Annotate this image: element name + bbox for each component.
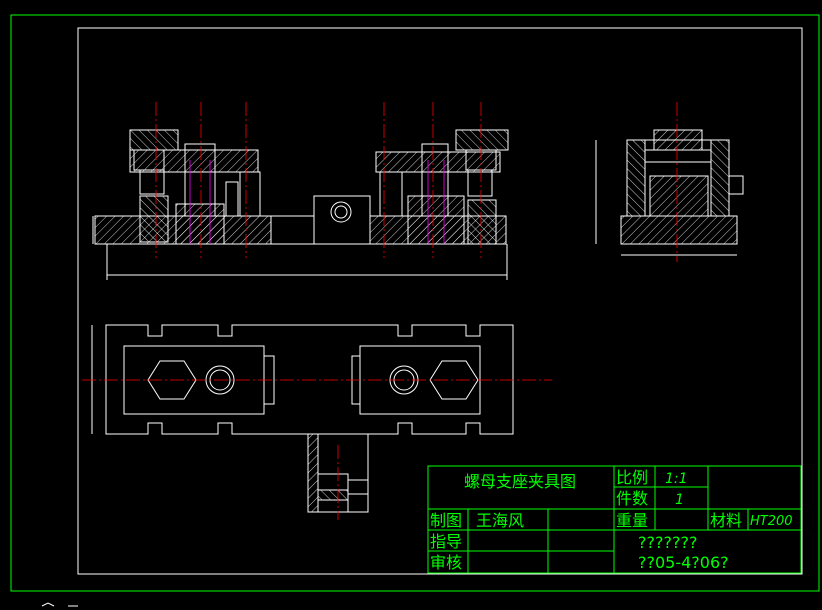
cad-drawing-canvas: 螺母支座夹具图 比例 1:1 件数 1 制图 王海风 重量 材料 HT200 指… [10,14,820,607]
school-line: ??????? [638,533,697,552]
material-value: HT200 [750,514,793,529]
outer-frame [10,14,820,592]
drawing-title: 螺母支座夹具图 [464,472,576,491]
scale-label: 比例 [616,468,648,487]
guide-label: 指导 [430,532,462,551]
top-view [91,324,514,513]
quantity-value: 1 [675,492,684,508]
drawn-by-label: 制图 [430,511,462,530]
drawn-by-name: 王海风 [476,511,524,530]
review-label: 审核 [430,553,462,572]
weight-label: 重量 [616,511,648,530]
ucs-axis-icon [41,602,78,607]
material-label: 材料 [710,511,742,530]
inner-frame [77,27,803,575]
front-view [92,129,509,280]
side-view [595,129,744,256]
code-line: ??05-4?06? [638,553,729,572]
scale-value: 1:1 [665,471,688,487]
quantity-label: 件数 [616,489,648,508]
